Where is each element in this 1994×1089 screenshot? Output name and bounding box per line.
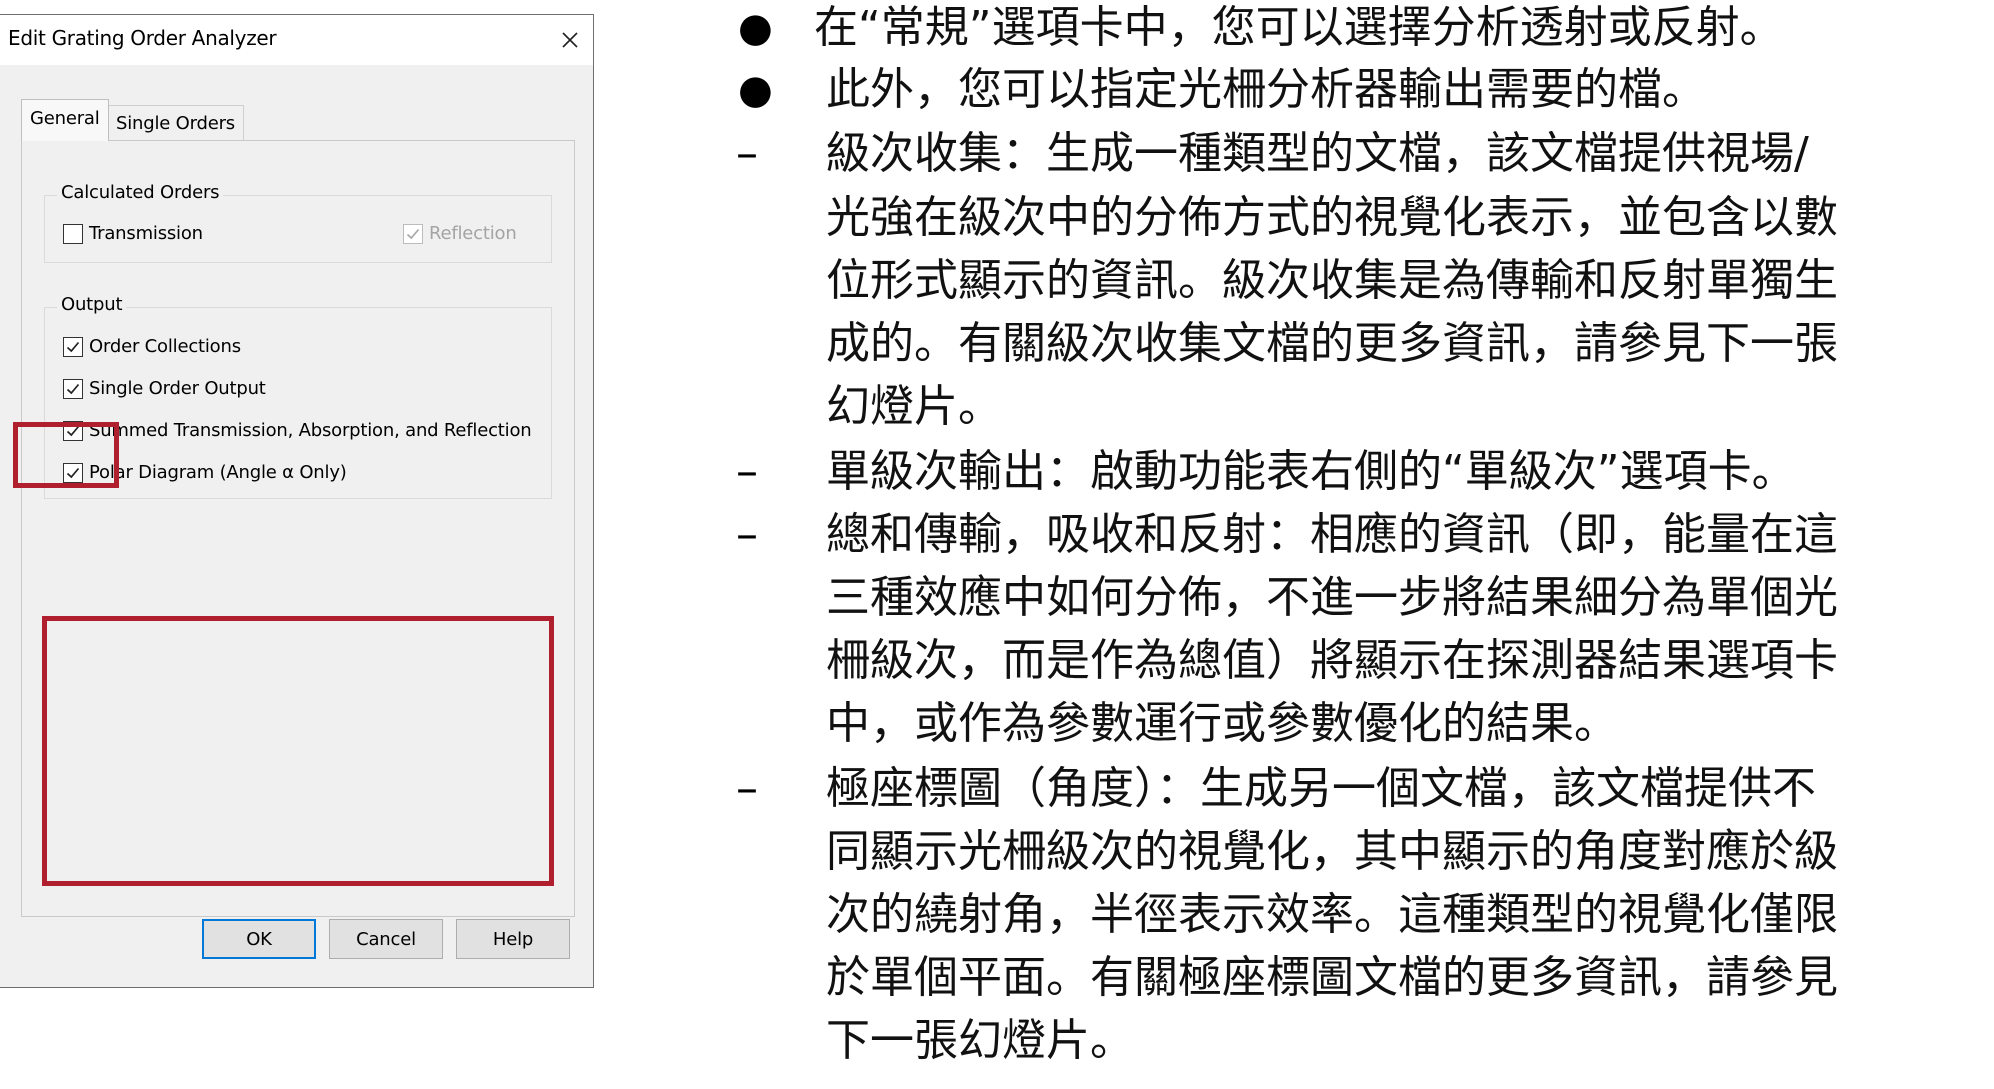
dash-marker: – — [736, 763, 758, 814]
transmission-label: Transmission — [89, 223, 203, 244]
cancel-button[interactable]: Cancel — [329, 919, 443, 959]
dialog-title: Edit Grating Order Analyzer — [8, 26, 277, 50]
output-title: Output — [57, 294, 127, 315]
note-line: 柵級次，而是作為總值）將顯示在探測器結果選項卡 — [826, 635, 1838, 686]
note-line: 成的。有關級次收集文檔的更多資訊，請參見下一張 — [826, 318, 1838, 369]
checkbox-box — [63, 378, 83, 399]
note-line: 次的繞射角，半徑表示效率。這種類型的視覺化僅限 — [826, 889, 1838, 940]
highlight-summed-checkbox — [13, 422, 119, 488]
tab-general[interactable]: General — [21, 99, 109, 141]
calculated-orders-group: Calculated Orders Transmission Reflectio… — [44, 182, 552, 263]
ok-button[interactable]: OK — [202, 919, 316, 959]
bullet-marker: ● — [738, 67, 773, 113]
close-icon — [562, 32, 578, 48]
dash-marker: – — [736, 128, 758, 179]
single-order-output-checkbox[interactable]: Single Order Output — [63, 378, 266, 399]
reflection-checkbox[interactable]: Reflection — [403, 223, 517, 244]
note-line: 此外，您可以指定光柵分析器輸出需要的檔。 — [826, 64, 1706, 115]
note-line: 位形式顯示的資訊。級次收集是為傳輸和反射單獨生 — [826, 255, 1838, 306]
note-line: 於單個平面。有關極座標圖文檔的更多資訊，請參見 — [826, 952, 1838, 1003]
order-collections-checkbox[interactable]: Order Collections — [63, 336, 241, 357]
note-line: 單級次輸出：啟動功能表右側的“單級次”選項卡。 — [826, 446, 1796, 497]
note-line: 級次收集：生成一種類型的文檔，該文檔提供視場/ — [826, 128, 1809, 179]
note-line: 幻燈片。 — [826, 381, 1002, 432]
order-collections-label: Order Collections — [89, 336, 241, 357]
reflection-label: Reflection — [429, 223, 517, 244]
checkbox-box — [63, 223, 83, 244]
note-line: 同顯示光柵級次的視覺化，其中顯示的角度對應於級 — [826, 826, 1838, 877]
dialog-titlebar: Edit Grating Order Analyzer — [0, 15, 593, 65]
close-button[interactable] — [551, 21, 589, 59]
summed-tar-label: Summed Transmission, Absorption, and Ref… — [89, 420, 532, 441]
help-button[interactable]: Help — [456, 919, 570, 959]
bullet-marker: ● — [738, 5, 773, 51]
dash-marker: – — [736, 509, 758, 560]
single-order-output-label: Single Order Output — [89, 378, 266, 399]
checkmark-icon — [66, 383, 80, 394]
polar-diagram-label: Polar Diagram (Angle α Only) — [89, 462, 347, 483]
checkbox-box — [403, 223, 423, 244]
note-line: 總和傳輸，吸收和反射：相應的資訊（即，能量在這 — [826, 509, 1838, 560]
dash-marker: – — [736, 446, 758, 497]
note-line: 中，或作為參數運行或參數優化的結果。 — [826, 698, 1618, 749]
note-line: 在“常規”選項卡中，您可以選擇分析透射或反射。 — [814, 2, 1784, 53]
note-line: 三種效應中如何分佈，不進一步將結果細分為單個光 — [826, 572, 1838, 623]
output-group: Output Order Collections Single Order Ou… — [44, 294, 552, 499]
note-line: 極座標圖（角度）：生成另一個文檔，該文檔提供不 — [826, 763, 1816, 814]
note-line: 下一張幻燈片。 — [826, 1015, 1134, 1066]
highlight-empty-area — [42, 616, 554, 886]
checkbox-box — [63, 336, 83, 357]
checkmark-icon — [66, 341, 80, 352]
notes-panel: ● 在“常規”選項卡中，您可以選擇分析透射或反射。 ● 此外，您可以指定光柵分析… — [720, 0, 1994, 1089]
checkmark-icon — [406, 228, 420, 239]
note-line: 光強在級次中的分佈方式的視覺化表示，並包含以數 — [826, 192, 1838, 243]
tab-single-orders[interactable]: Single Orders — [107, 105, 244, 141]
summed-tar-checkbox[interactable]: Summed Transmission, Absorption, and Ref… — [63, 420, 532, 441]
transmission-checkbox[interactable]: Transmission — [63, 223, 203, 244]
calculated-orders-title: Calculated Orders — [57, 182, 224, 203]
